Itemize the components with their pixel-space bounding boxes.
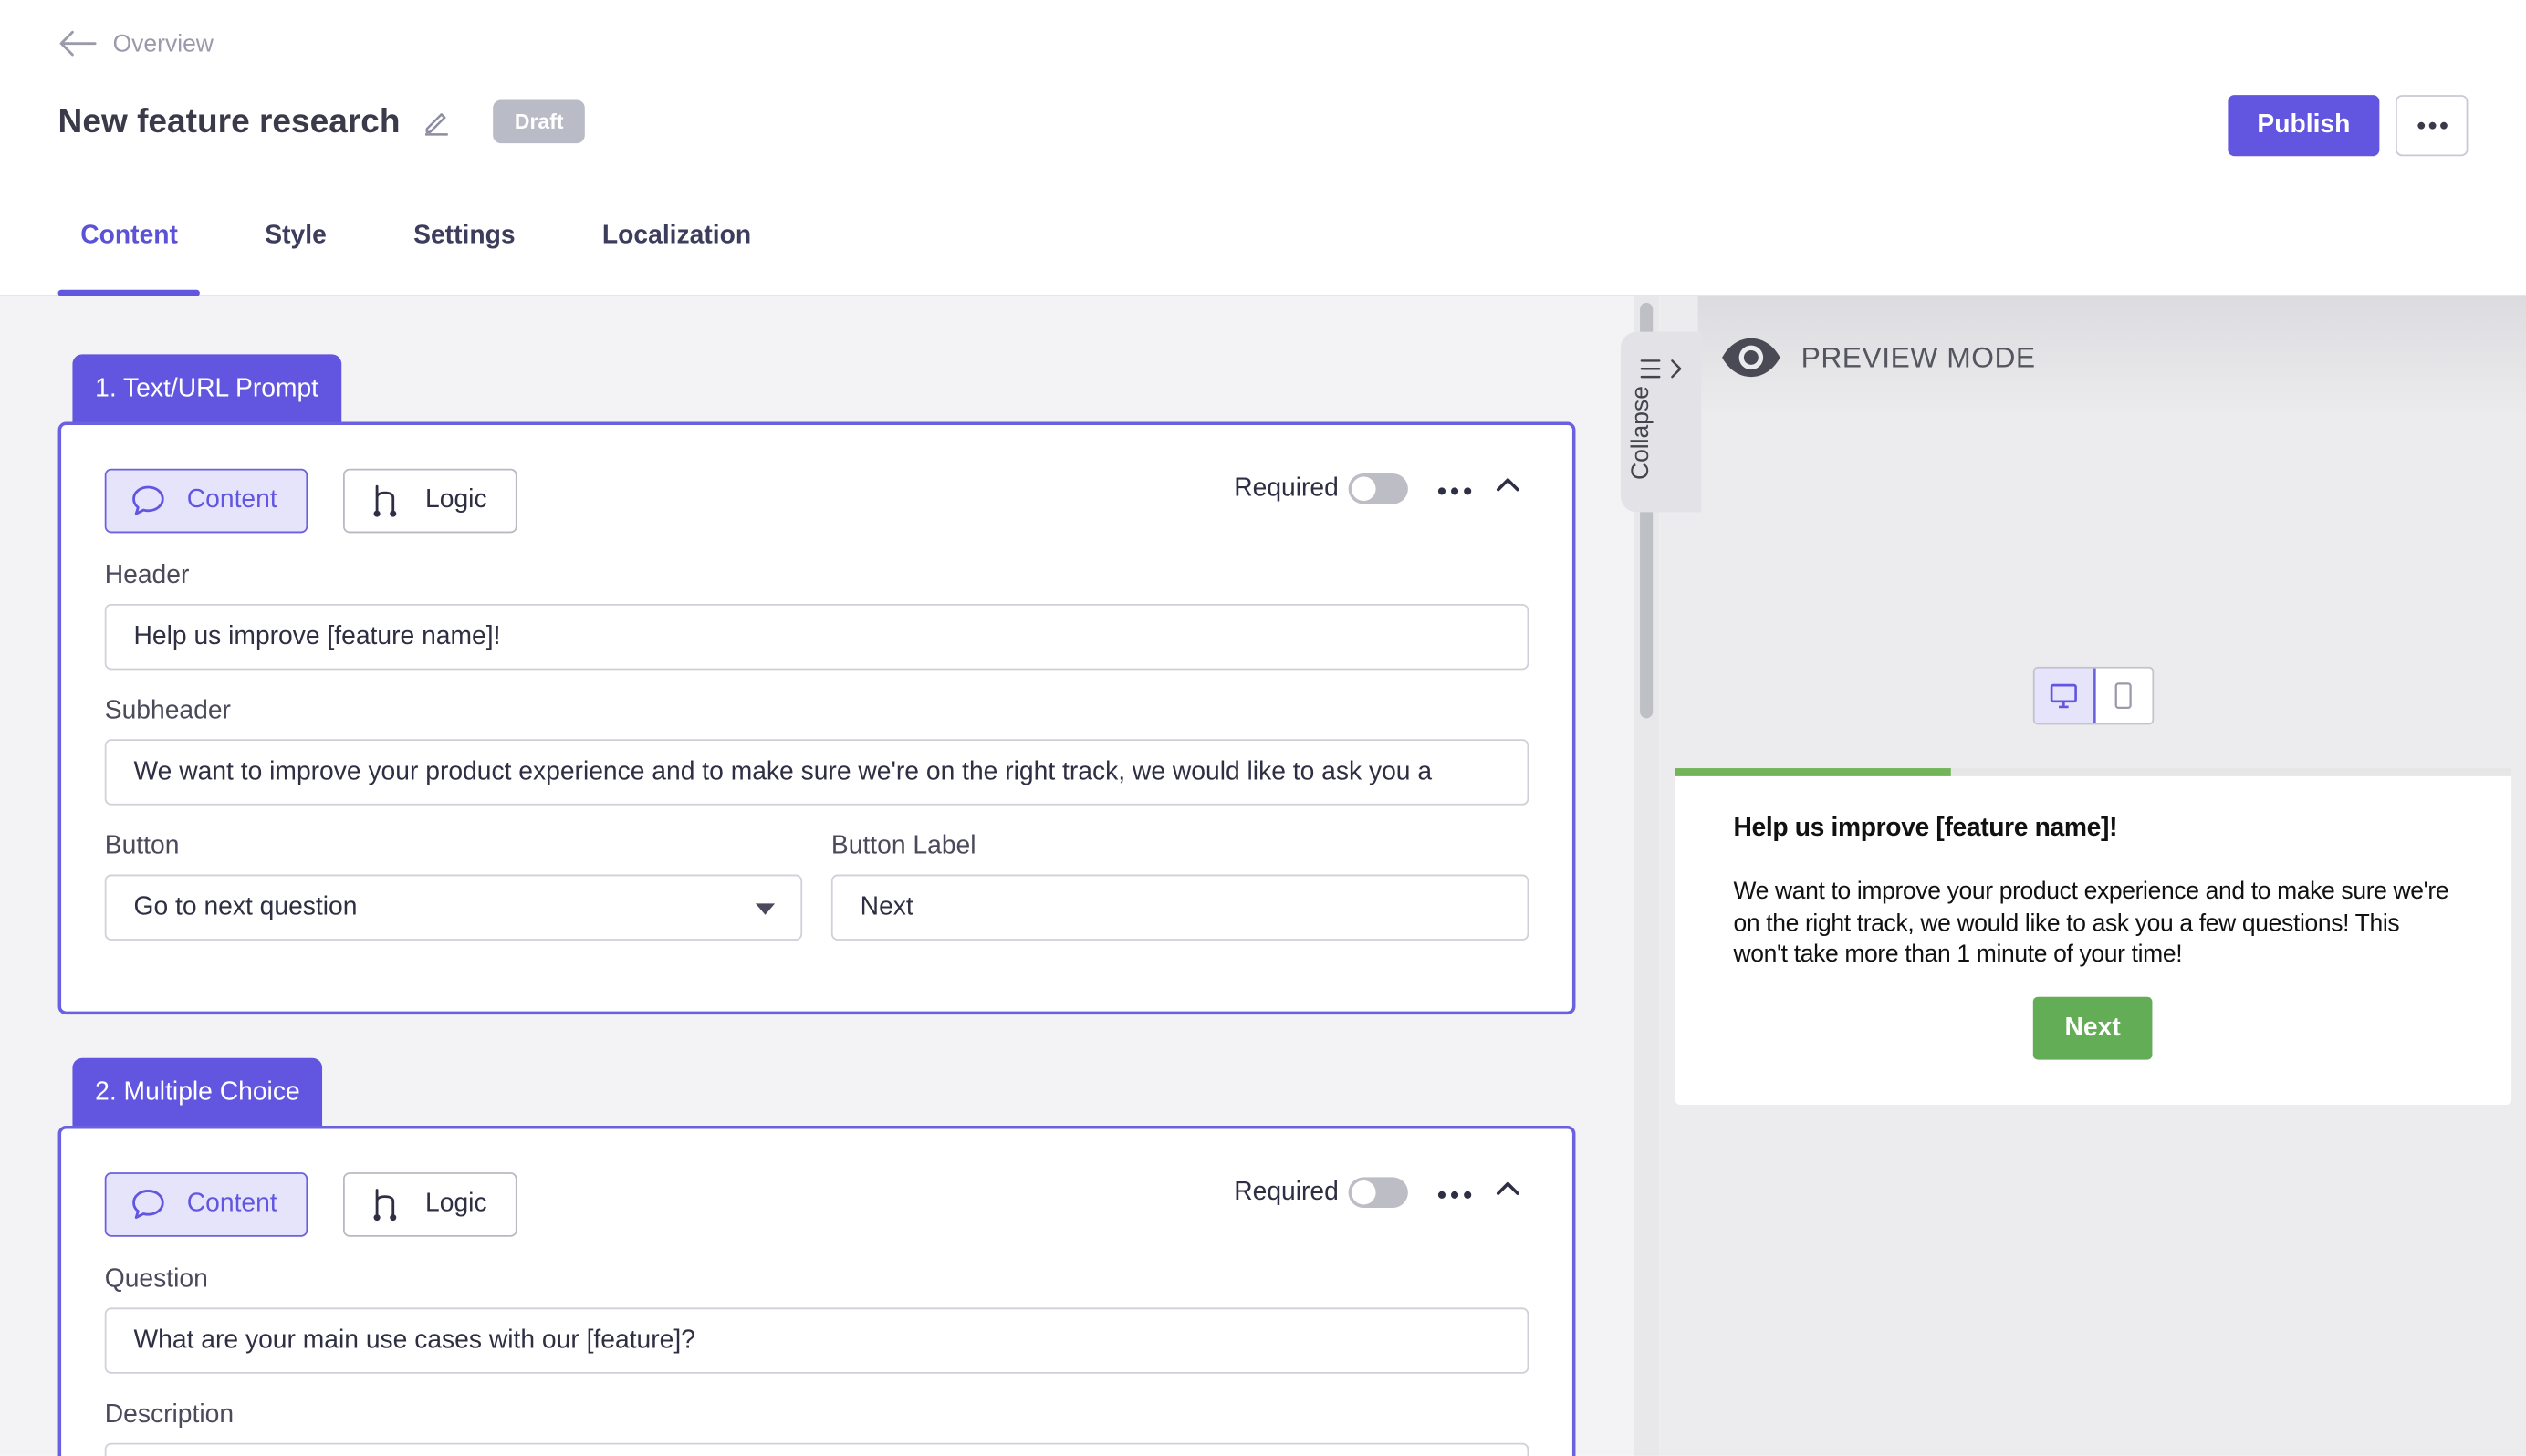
branch-icon [373,484,397,517]
logic-toggle-button[interactable]: Logic [343,468,518,534]
tab-settings[interactable]: Settings [391,209,538,296]
page-title: New feature research [57,102,401,140]
preview-title: Help us improve [feature name]! [1733,815,2118,843]
question-2-tag[interactable]: 2. Multiple Choice [72,1057,323,1128]
more-options-button[interactable] [2396,95,2469,157]
required-toggle[interactable] [1348,473,1408,504]
content-toggle-button[interactable]: Content [104,1172,308,1237]
required-control: Required [1234,473,1408,504]
publish-button[interactable]: Publish [2228,95,2380,157]
preview-mode-label: PREVIEW MODE [1801,340,2036,373]
preview-next-button[interactable]: Next [2032,996,2153,1060]
button-text-label: Button Label [830,832,976,860]
preview-text: We want to improve your product experien… [1733,878,2449,968]
description-input[interactable] [104,1442,1529,1456]
app-root: Overview New feature research Draft Publ… [0,0,2526,1456]
collapse-sidebar-button[interactable]: Collapse [1620,331,1702,513]
more-horizontal-icon[interactable] [1435,478,1474,504]
more-horizontal-icon[interactable] [1435,1182,1474,1208]
back-link-label: Overview [112,29,214,57]
required-toggle[interactable] [1348,1177,1408,1208]
tab-bar: Content Style Settings Localization [57,209,816,296]
mobile-icon [2114,682,2132,709]
required-label: Required [1234,1178,1339,1206]
question-input[interactable]: What are your main use cases with our [f… [104,1307,1529,1374]
progress-fill [1675,768,1952,776]
content-toggle-label: Content [186,486,277,515]
speech-bubble-icon [132,1190,164,1219]
question-1-tag[interactable]: 1. Text/URL Prompt [72,354,341,424]
caret-down-icon [755,903,776,915]
device-toggle [2032,666,2155,725]
top-bar: Overview New feature research Draft Publ… [0,0,2526,296]
tab-content[interactable]: Content [57,209,202,296]
title-row: New feature research Draft [57,99,585,144]
header-label: Header [104,562,190,590]
question-2-card: Content Logic Required Question What are… [57,1125,1576,1456]
chevron-up-icon[interactable] [1493,473,1522,496]
button-action-select[interactable]: Go to next question [104,874,803,941]
logic-toggle-button[interactable]: Logic [343,1172,518,1237]
question-1-card: Content Logic Required Header Help us im… [57,421,1576,1015]
menu-icon [1640,359,1682,379]
logic-toggle-label: Logic [425,486,487,515]
description-label: Description [104,1400,235,1429]
chevron-up-icon[interactable] [1493,1177,1522,1200]
tab-localization[interactable]: Localization [579,209,774,296]
subheader-input[interactable]: We want to improve your product experien… [104,739,1529,806]
header-input[interactable]: Help us improve [feature name]! [104,603,1529,671]
back-link[interactable]: Overview [58,29,214,58]
arrow-left-icon [59,30,97,57]
progress-bar [1675,768,2512,776]
question-label: Question [104,1265,208,1294]
desktop-view-button[interactable] [2034,668,2096,723]
required-control: Required [1234,1177,1408,1208]
collapse-label: Collapse [1626,386,1654,481]
content-toggle-button[interactable]: Content [104,468,308,534]
button-action-value: Go to next question [133,893,358,921]
mobile-view-button[interactable] [2094,669,2153,723]
required-label: Required [1234,473,1339,502]
button-text-input[interactable]: Next [830,874,1529,941]
subheader-label: Subheader [104,697,231,725]
status-badge: Draft [493,99,585,144]
more-horizontal-icon [2416,121,2447,130]
preview-survey-card: Help us improve [feature name]! We want … [1675,768,2512,1105]
preview-header: PREVIEW MODE [1697,296,2526,419]
logic-toggle-label: Logic [425,1190,487,1218]
button-label: Button [104,832,180,860]
eye-icon [1722,338,1780,378]
desktop-icon [2050,683,2077,709]
content-toggle-label: Content [186,1190,277,1218]
pencil-icon[interactable] [423,107,452,136]
speech-bubble-icon [132,485,164,515]
branch-icon [373,1189,397,1222]
tab-style[interactable]: Style [243,209,350,296]
